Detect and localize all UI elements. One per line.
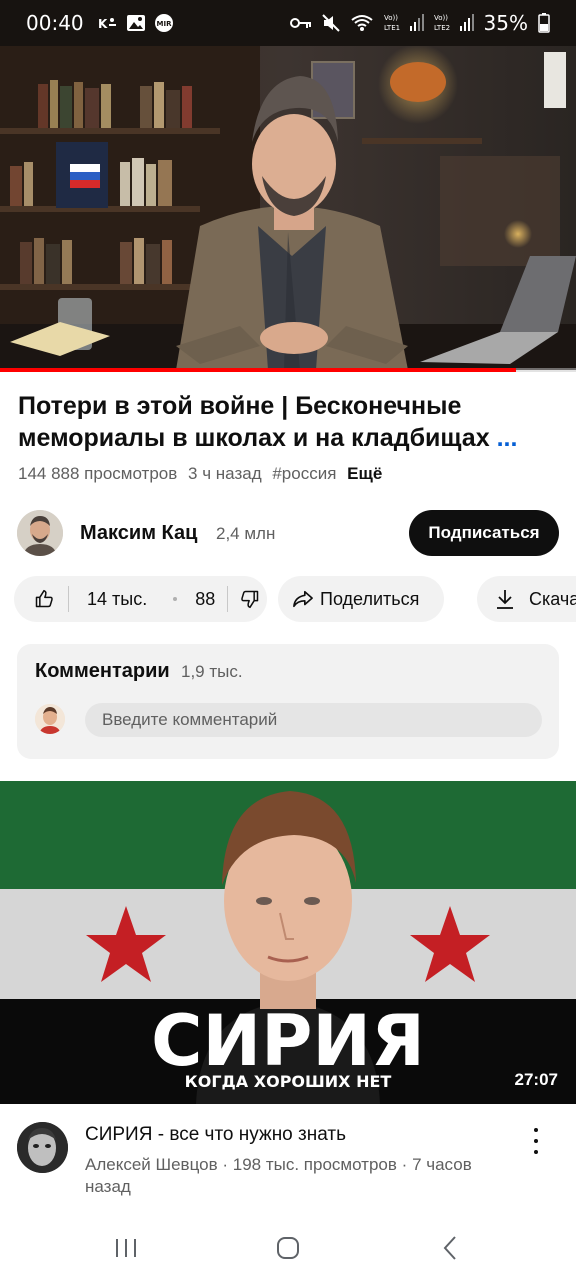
- subscribe-button[interactable]: Подписаться: [409, 510, 559, 556]
- recent-apps-icon[interactable]: [106, 1232, 146, 1264]
- screen: 00:40 K MIR Vo)) LTE1 Vo)) LTE2 35% Поте…: [0, 0, 576, 1280]
- svg-text:K: K: [98, 17, 108, 31]
- comments-panel[interactable]: Комментарии 1,9 тыс. Введите комментарий: [17, 644, 559, 759]
- system-nav-bar: [0, 1214, 576, 1280]
- like-dislike-pill: 14 тыс. 88: [14, 576, 267, 622]
- like-count[interactable]: 14 тыс.: [87, 589, 147, 610]
- meta-separator: ·: [222, 1155, 229, 1174]
- status-right-icons: Vo)) LTE1 Vo)) LTE2 35%: [289, 11, 550, 35]
- battery-icon: [538, 13, 550, 33]
- thumbnail-subtitle: КОГДА ХОРОШИХ НЕТ: [185, 1072, 392, 1091]
- recommended-channel: Алексей Шевцов: [85, 1155, 218, 1174]
- video-meta[interactable]: 144 888 просмотров 3 ч назад #россия Ещё: [18, 464, 388, 484]
- action-bar: 14 тыс. 88 Поделиться Скача: [0, 576, 576, 622]
- video-frame: [0, 46, 576, 370]
- video-title-text: Потери в этой войне | Бесконечные мемори…: [18, 392, 490, 452]
- channel-row: Максим Кац 2,4 млн Подписаться: [0, 508, 576, 562]
- status-time: 00:40: [26, 11, 84, 35]
- video-progress-fill: [0, 368, 516, 372]
- video-title[interactable]: Потери в этой войне | Бесконечные мемори…: [18, 390, 558, 454]
- meta-separator: ·: [401, 1155, 408, 1174]
- download-icon: [495, 588, 515, 610]
- status-left-icons: K MIR: [98, 13, 174, 33]
- video-duration: 27:07: [514, 1070, 558, 1089]
- recommended-meta: Алексей Шевцов · 198 тыс. просмотров · 7…: [85, 1154, 525, 1198]
- comments-title: Комментарии: [35, 660, 170, 682]
- recommended-age: 7 часов: [412, 1155, 472, 1174]
- dislike-icon[interactable]: [240, 589, 260, 609]
- comment-input[interactable]: Введите комментарий: [85, 703, 542, 737]
- channel-name[interactable]: Максим Кац: [80, 522, 197, 545]
- title-expand[interactable]: ...: [497, 424, 518, 452]
- thumbnail-image: СИРИЯ КОГДА ХОРОШИХ НЕТ: [0, 781, 576, 1104]
- recommended-thumbnail[interactable]: СИРИЯ КОГДА ХОРОШИХ НЕТ 27:07: [0, 781, 576, 1104]
- comments-count: 1,9 тыс.: [181, 662, 243, 681]
- back-icon[interactable]: [430, 1232, 470, 1264]
- like-separator-dot: [173, 597, 178, 601]
- like-icon[interactable]: [34, 589, 54, 609]
- description-more-button[interactable]: Ещё: [347, 464, 382, 483]
- like-divider: [68, 586, 69, 612]
- sim1-signal-icon: Vo)) LTE1: [384, 12, 424, 34]
- video-progress-bar[interactable]: [0, 368, 576, 372]
- upload-age: 3 ч назад: [188, 464, 262, 483]
- channel-avatar[interactable]: [17, 510, 63, 556]
- mir-pay-icon: MIR: [154, 13, 174, 33]
- home-icon[interactable]: [268, 1232, 308, 1264]
- dislike-count[interactable]: 88: [195, 589, 215, 610]
- download-label: Скача: [529, 588, 576, 609]
- share-button[interactable]: Поделиться: [278, 576, 444, 622]
- share-label: Поделиться: [320, 588, 420, 609]
- sim1-label-bottom: LTE1: [384, 24, 400, 32]
- gallery-icon: [126, 14, 146, 32]
- video-player[interactable]: [0, 46, 576, 370]
- key-icon: [289, 16, 312, 30]
- status-bar: 00:40 K MIR Vo)) LTE1 Vo)) LTE2 35%: [0, 0, 576, 46]
- network-speed-icon: K: [98, 15, 118, 31]
- dislike-divider: [227, 586, 229, 612]
- more-options-icon[interactable]: [524, 1126, 548, 1156]
- sim2-signal-icon: Vo)) LTE2: [434, 12, 474, 34]
- sim2-label-top: Vo)): [434, 14, 448, 22]
- sim1-label-top: Vo)): [384, 14, 398, 22]
- view-count: 144 888 просмотров: [18, 464, 178, 483]
- wifi-icon: [350, 14, 374, 32]
- battery-percent: 35%: [483, 11, 528, 35]
- download-button[interactable]: Скача: [477, 576, 576, 622]
- recommended-views: 198 тыс. просмотров: [232, 1155, 397, 1174]
- sim2-label-bottom: LTE2: [434, 24, 450, 32]
- recommended-info[interactable]: СИРИЯ - все что нужно знать Алексей Шевц…: [0, 1104, 576, 1214]
- user-avatar: [35, 704, 65, 734]
- recommended-age-line2: назад: [85, 1177, 131, 1196]
- mir-label: MIR: [156, 20, 172, 28]
- hashtag-link[interactable]: #россия: [272, 464, 336, 483]
- mute-icon: [321, 14, 340, 32]
- recommended-channel-avatar[interactable]: [17, 1122, 68, 1173]
- thumbnail-title: СИРИЯ: [151, 1000, 425, 1082]
- share-icon: [292, 589, 314, 609]
- subscriber-count: 2,4 млн: [216, 524, 276, 543]
- recommended-title[interactable]: СИРИЯ - все что нужно знать: [85, 1124, 346, 1146]
